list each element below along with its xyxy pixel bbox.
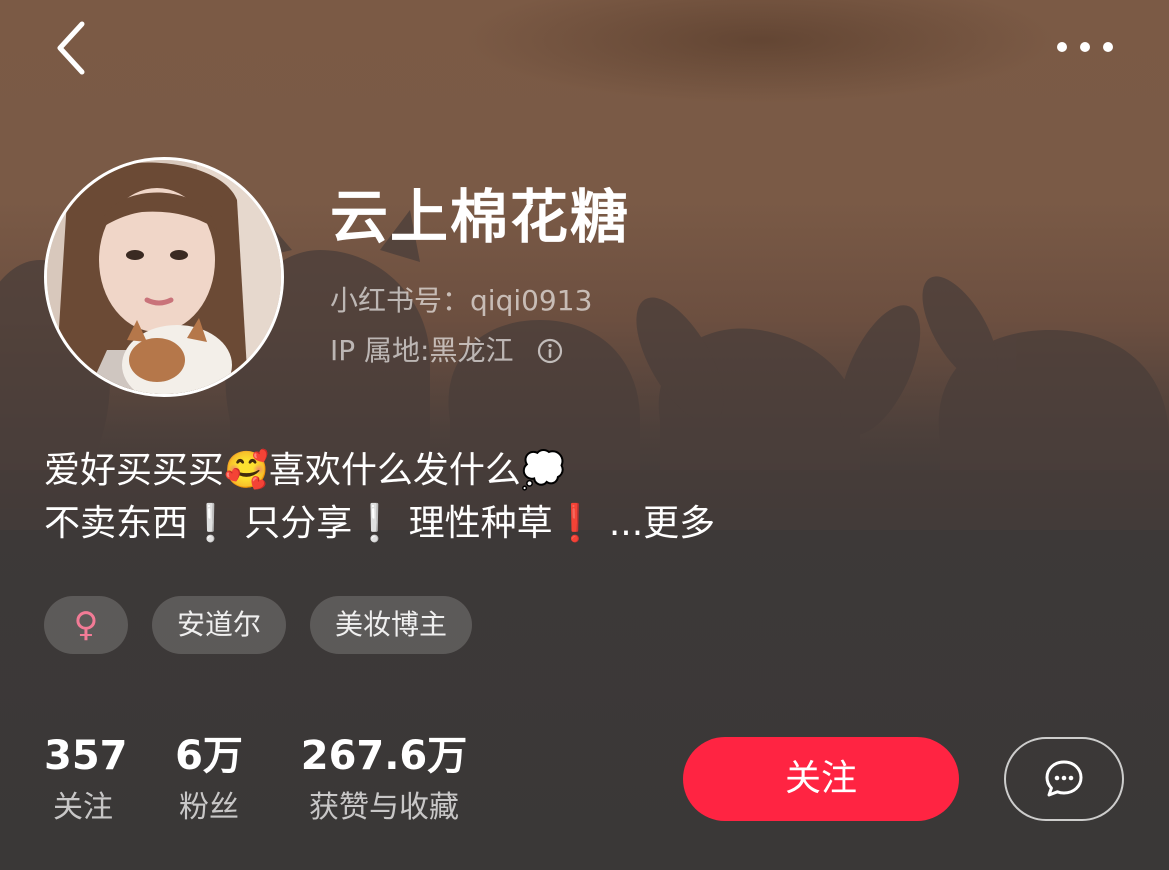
- user-id-label: 小红书号：: [330, 284, 471, 317]
- follow-button[interactable]: 关注: [683, 737, 959, 821]
- thought-bubble-emoji: 💭: [520, 450, 566, 491]
- location-tag[interactable]: 安道尔: [152, 596, 287, 654]
- more-dots-icon: [1057, 42, 1113, 52]
- following-count: 357: [44, 733, 128, 779]
- stat-followers[interactable]: 6万 粉丝: [168, 730, 250, 830]
- user-id: 小红书号：qiqi0913: [330, 283, 592, 319]
- likes-count: 267.6万: [300, 733, 468, 779]
- chat-bubble-icon: [1045, 760, 1083, 797]
- category-tag[interactable]: 美妆博主: [310, 596, 473, 654]
- gender-tag: ♀: [44, 596, 128, 654]
- bio-text: 爱好买买买: [44, 450, 225, 491]
- stat-following[interactable]: 357 关注: [44, 730, 128, 830]
- avatar[interactable]: [44, 157, 284, 397]
- profile-name: 云上棉花糖: [330, 183, 631, 251]
- avatar-photo: [47, 160, 281, 394]
- ip-value: 黑龙江: [429, 334, 514, 367]
- ip-label: IP 属地:: [330, 334, 430, 367]
- bio-text: 只分享: [232, 503, 353, 544]
- bio-text: 不卖东西: [44, 503, 189, 544]
- likes-label: 获赞与收藏: [309, 790, 459, 825]
- female-icon: ♀: [73, 605, 99, 645]
- following-label: 关注: [53, 790, 113, 825]
- stat-likes[interactable]: 267.6万 获赞与收藏: [298, 730, 470, 830]
- chevron-left-icon: [57, 21, 85, 75]
- back-button[interactable]: [48, 18, 98, 78]
- white-exclamation-icon: ❕: [188, 503, 233, 544]
- user-id-value: qiqi0913: [470, 284, 593, 317]
- bio-line-1: 爱好买买买🥰喜欢什么发什么💭: [44, 445, 566, 497]
- bio-line-2: 不卖东西❕ 只分享❕ 理性种草❗ ...更多: [44, 498, 715, 550]
- info-circle-icon[interactable]: [536, 337, 564, 365]
- followers-count: 6万: [175, 733, 243, 779]
- followers-label: 粉丝: [179, 790, 239, 825]
- more-button[interactable]: [1052, 30, 1122, 64]
- bio-more-link[interactable]: ...更多: [597, 503, 715, 544]
- smile-hearts-emoji: 🥰: [224, 450, 269, 491]
- red-exclamation-icon: ❗: [552, 503, 598, 544]
- ip-location: IP 属地: 黑龙江: [330, 333, 564, 369]
- white-exclamation-icon: ❕: [352, 503, 398, 544]
- message-button[interactable]: [1004, 737, 1124, 821]
- profile-tags: ♀ 安道尔 美妆博主: [44, 596, 473, 654]
- bio-text: 理性种草: [397, 503, 553, 544]
- bio-text: 喜欢什么发什么: [268, 450, 521, 491]
